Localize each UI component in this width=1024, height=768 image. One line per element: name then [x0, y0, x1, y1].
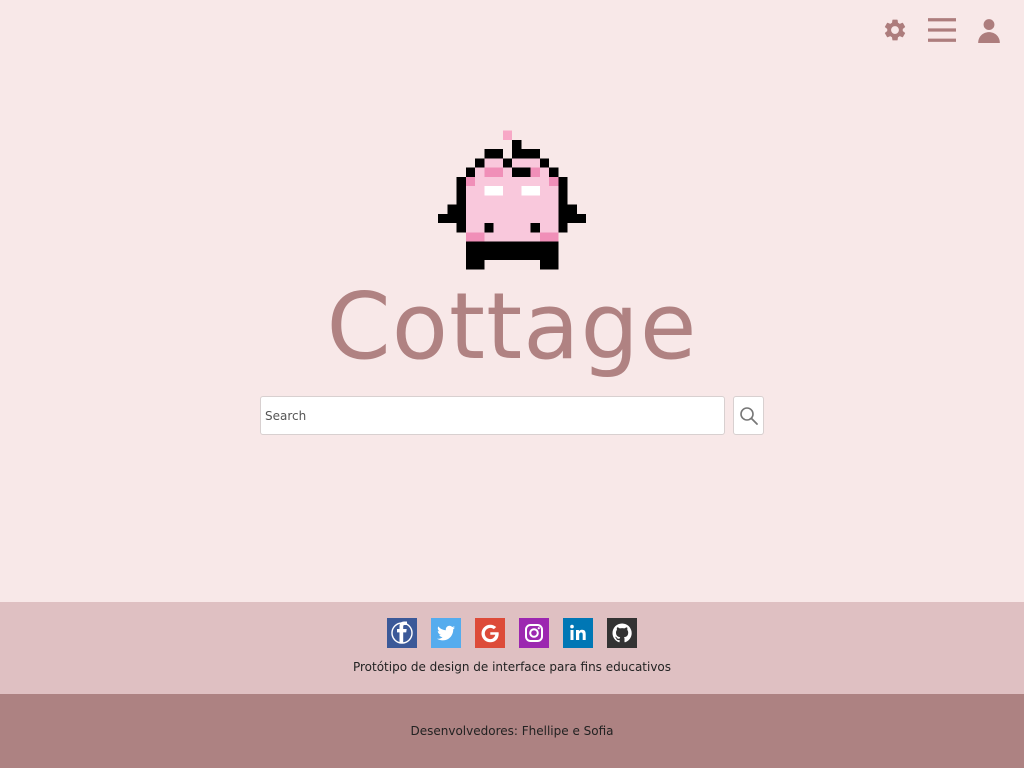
- linkedin-link[interactable]: [563, 618, 593, 648]
- footer-note: Protótipo de design de interface para fi…: [352, 660, 672, 674]
- facebook-icon: [387, 618, 417, 648]
- search-input[interactable]: [260, 396, 725, 435]
- menu-icon[interactable]: [928, 16, 956, 44]
- instagram-icon: [519, 618, 549, 648]
- search-icon: [739, 406, 758, 425]
- footer-top: Protótipo de design de interface para fi…: [0, 602, 1024, 694]
- page: Cottage Search Protótipo de design de in…: [0, 0, 1024, 768]
- developers-credit: Desenvolvedores: Fhellipe e Sofia: [410, 724, 614, 738]
- instagram-link[interactable]: [519, 618, 549, 648]
- cottage-mascot-logo: [438, 130, 586, 270]
- footer-bottom: Desenvolvedores: Fhellipe e Sofia: [0, 694, 1024, 768]
- social-links: [387, 618, 637, 648]
- google-icon: [475, 618, 505, 648]
- google-link[interactable]: [475, 618, 505, 648]
- search-bar: [260, 396, 764, 435]
- linkedin-icon: [563, 618, 593, 648]
- facebook-link[interactable]: [387, 618, 417, 648]
- brand-title: Cottage: [326, 273, 698, 380]
- gear-icon[interactable]: [882, 17, 908, 43]
- twitter-icon: [431, 618, 461, 648]
- github-link[interactable]: [607, 618, 637, 648]
- user-icon[interactable]: [976, 17, 1002, 43]
- github-icon: [607, 618, 637, 648]
- twitter-link[interactable]: [431, 618, 461, 648]
- top-toolbar: [882, 16, 1002, 44]
- search-button[interactable]: [733, 396, 764, 435]
